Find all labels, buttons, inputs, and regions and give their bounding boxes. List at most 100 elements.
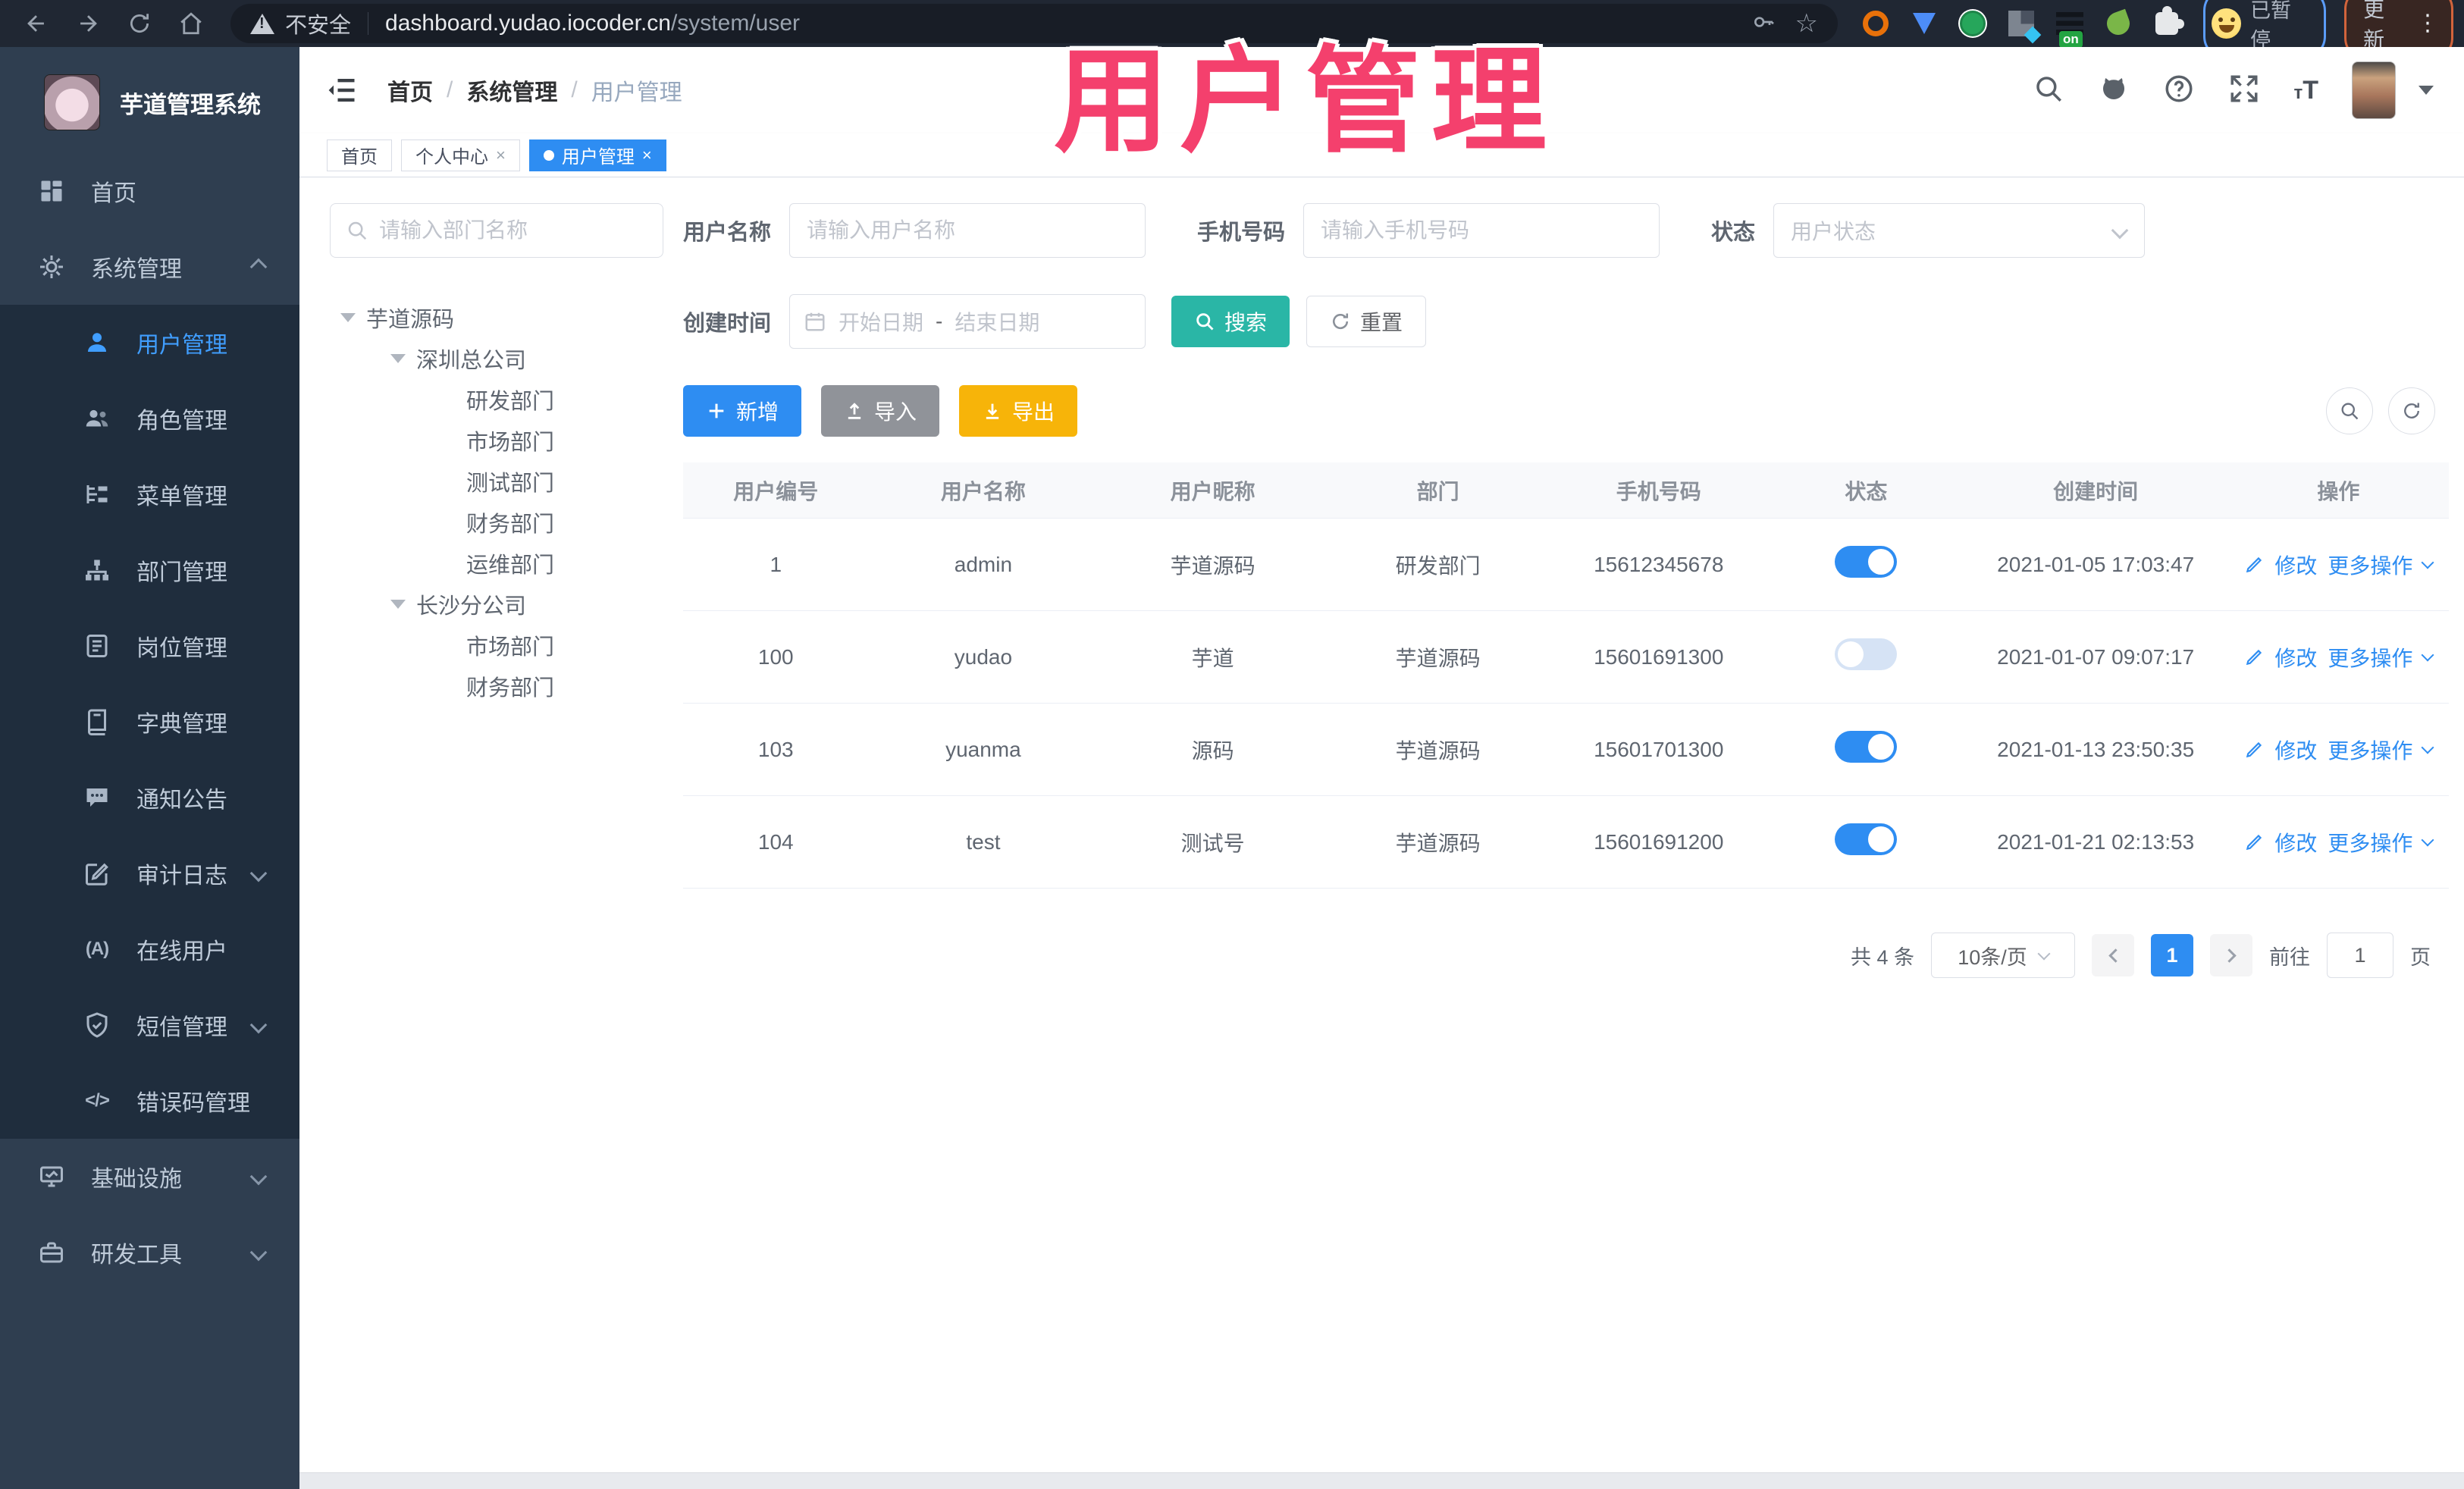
extension-orange-icon[interactable] bbox=[1861, 8, 1891, 39]
back-icon[interactable] bbox=[20, 7, 53, 40]
more-actions-link[interactable]: 更多操作 bbox=[2328, 642, 2412, 672]
sidebar-item-online-users[interactable]: (A) 在线用户 bbox=[0, 911, 299, 987]
sidebar-item-users[interactable]: 用户管理 bbox=[0, 305, 299, 381]
goto-page-input[interactable] bbox=[2327, 933, 2393, 978]
extensions-puzzle-icon[interactable] bbox=[2152, 6, 2184, 39]
tag-user-management[interactable]: 用户管理 × bbox=[528, 139, 666, 171]
sidebar-item-infrastructure[interactable]: 基础设施 bbox=[0, 1139, 299, 1215]
tag-home[interactable]: 首页 bbox=[327, 139, 392, 171]
tree-node[interactable]: 研发部门 bbox=[330, 379, 663, 420]
sidebar-item-audit-log[interactable]: 审计日志 bbox=[0, 835, 299, 911]
post-icon bbox=[82, 631, 112, 661]
extension-list-icon[interactable]: on bbox=[2055, 8, 2085, 48]
more-actions-link[interactable]: 更多操作 bbox=[2328, 550, 2412, 580]
username-input[interactable] bbox=[789, 203, 1146, 258]
bookmark-star-icon[interactable]: ☆ bbox=[1795, 11, 1818, 36]
tree-node[interactable]: 测试部门 bbox=[330, 461, 663, 502]
sidebar-item-system[interactable]: 系统管理 bbox=[0, 229, 299, 305]
sidebar-collapse-icon[interactable] bbox=[325, 74, 359, 107]
github-icon[interactable] bbox=[2098, 73, 2130, 108]
edit-link[interactable]: 修改 bbox=[2274, 735, 2317, 765]
search-icon[interactable] bbox=[2033, 73, 2064, 108]
status-toggle[interactable] bbox=[1835, 823, 1898, 855]
active-dot-icon bbox=[543, 149, 554, 161]
gear-icon bbox=[36, 252, 67, 282]
edit-link[interactable]: 修改 bbox=[2274, 550, 2317, 580]
sidebar-item-error-codes[interactable]: </> 错误码管理 bbox=[0, 1063, 299, 1139]
avatar-caret-icon[interactable] bbox=[2419, 86, 2434, 95]
breadcrumb-system[interactable]: 系统管理 bbox=[466, 74, 557, 107]
extension-leaf-icon[interactable] bbox=[2103, 8, 2133, 39]
current-page[interactable]: 1 bbox=[2151, 934, 2193, 976]
tree-node[interactable]: 芋道源码 bbox=[330, 297, 663, 338]
tree-node[interactable]: 市场部门 bbox=[330, 420, 663, 461]
breadcrumb-home[interactable]: 首页 bbox=[387, 74, 433, 107]
export-button[interactable]: 导出 bbox=[959, 385, 1078, 437]
font-size-icon[interactable]: тT bbox=[2293, 76, 2318, 105]
calendar-icon bbox=[804, 310, 826, 333]
tree-node[interactable]: 运维部门 bbox=[330, 543, 663, 584]
sidebar-item-dev-tools[interactable]: 研发工具 bbox=[0, 1215, 299, 1290]
reset-button[interactable]: 重置 bbox=[1306, 296, 1427, 347]
home-icon[interactable] bbox=[174, 7, 208, 40]
refresh-table-button[interactable] bbox=[2388, 387, 2435, 434]
logo-image bbox=[44, 74, 100, 130]
prev-page-button[interactable] bbox=[2092, 934, 2134, 976]
search-button[interactable]: 搜索 bbox=[1171, 296, 1290, 347]
status-toggle[interactable] bbox=[1835, 638, 1898, 670]
extension-grid-icon[interactable] bbox=[2006, 8, 2036, 39]
edit-link[interactable]: 修改 bbox=[2274, 827, 2317, 857]
close-icon[interactable]: × bbox=[496, 146, 506, 165]
import-button[interactable]: 导入 bbox=[821, 385, 940, 437]
forward-icon[interactable] bbox=[71, 7, 105, 40]
horizontal-scrollbar-track[interactable] bbox=[299, 1472, 2464, 1489]
logo-row[interactable]: 芋道管理系统 bbox=[0, 47, 299, 153]
sidebar-item-dicts[interactable]: 字典管理 bbox=[0, 684, 299, 760]
tree-node[interactable]: 长沙分公司 bbox=[330, 584, 663, 625]
sidebar-item-home[interactable]: 首页 bbox=[0, 153, 299, 229]
browser-menu-icon[interactable]: ⋮ bbox=[2416, 12, 2439, 35]
caret-icon[interactable] bbox=[390, 600, 406, 609]
status-select[interactable]: 用户状态 bbox=[1773, 203, 2146, 258]
key-icon[interactable] bbox=[1751, 10, 1776, 38]
tag-profile[interactable]: 个人中心 × bbox=[401, 139, 520, 171]
sidebar-item-sms[interactable]: 短信管理 bbox=[0, 987, 299, 1063]
edit-link[interactable]: 修改 bbox=[2274, 642, 2317, 672]
reload-icon[interactable] bbox=[123, 7, 156, 40]
fullscreen-icon[interactable] bbox=[2228, 73, 2260, 108]
sidebar: 芋道管理系统 首页 系统管理 用户管理 角色管理 菜单管理 部门管理 岗位管理 … bbox=[0, 47, 299, 1489]
user-avatar[interactable] bbox=[2352, 61, 2396, 119]
tree-node[interactable]: 财务部门 bbox=[330, 502, 663, 543]
dashboard-icon bbox=[36, 176, 67, 206]
status-toggle[interactable] bbox=[1835, 731, 1898, 763]
tree-node[interactable]: 财务部门 bbox=[330, 666, 663, 707]
date-range-picker[interactable]: 开始日期 - 结束日期 bbox=[789, 294, 1146, 349]
dept-search-input[interactable] bbox=[379, 218, 647, 243]
tree-node[interactable]: 深圳总公司 bbox=[330, 338, 663, 379]
sidebar-item-depts[interactable]: 部门管理 bbox=[0, 532, 299, 608]
dept-search-box[interactable] bbox=[330, 203, 663, 258]
extension-on-badge: on bbox=[2059, 30, 2083, 48]
next-page-button[interactable] bbox=[2210, 934, 2252, 976]
sidebar-item-notices[interactable]: 通知公告 bbox=[0, 760, 299, 835]
mobile-input[interactable] bbox=[1303, 203, 1660, 258]
add-user-button[interactable]: 新增 bbox=[683, 385, 802, 437]
menu-tree-icon bbox=[82, 479, 112, 509]
edit-pencil-icon bbox=[2246, 741, 2262, 757]
caret-icon[interactable] bbox=[340, 313, 356, 322]
close-icon[interactable]: × bbox=[642, 146, 652, 165]
caret-icon[interactable] bbox=[390, 354, 406, 363]
sidebar-item-menus[interactable]: 菜单管理 bbox=[0, 456, 299, 532]
url-bar[interactable]: 不安全 dashboard.yudao.iocoder.cn /system/u… bbox=[230, 4, 1838, 43]
more-actions-link[interactable]: 更多操作 bbox=[2328, 735, 2412, 765]
page-size-select[interactable]: 10条/页 bbox=[1931, 933, 2075, 978]
toggle-search-button[interactable] bbox=[2326, 387, 2373, 434]
tree-node[interactable]: 市场部门 bbox=[330, 625, 663, 666]
status-toggle[interactable] bbox=[1835, 546, 1898, 578]
extension-green-circle-icon[interactable] bbox=[1958, 8, 1988, 39]
help-icon[interactable] bbox=[2163, 73, 2195, 108]
extension-gem-icon[interactable] bbox=[1909, 8, 1939, 39]
sidebar-item-posts[interactable]: 岗位管理 bbox=[0, 608, 299, 684]
sidebar-item-roles[interactable]: 角色管理 bbox=[0, 381, 299, 456]
more-actions-link[interactable]: 更多操作 bbox=[2328, 827, 2412, 857]
